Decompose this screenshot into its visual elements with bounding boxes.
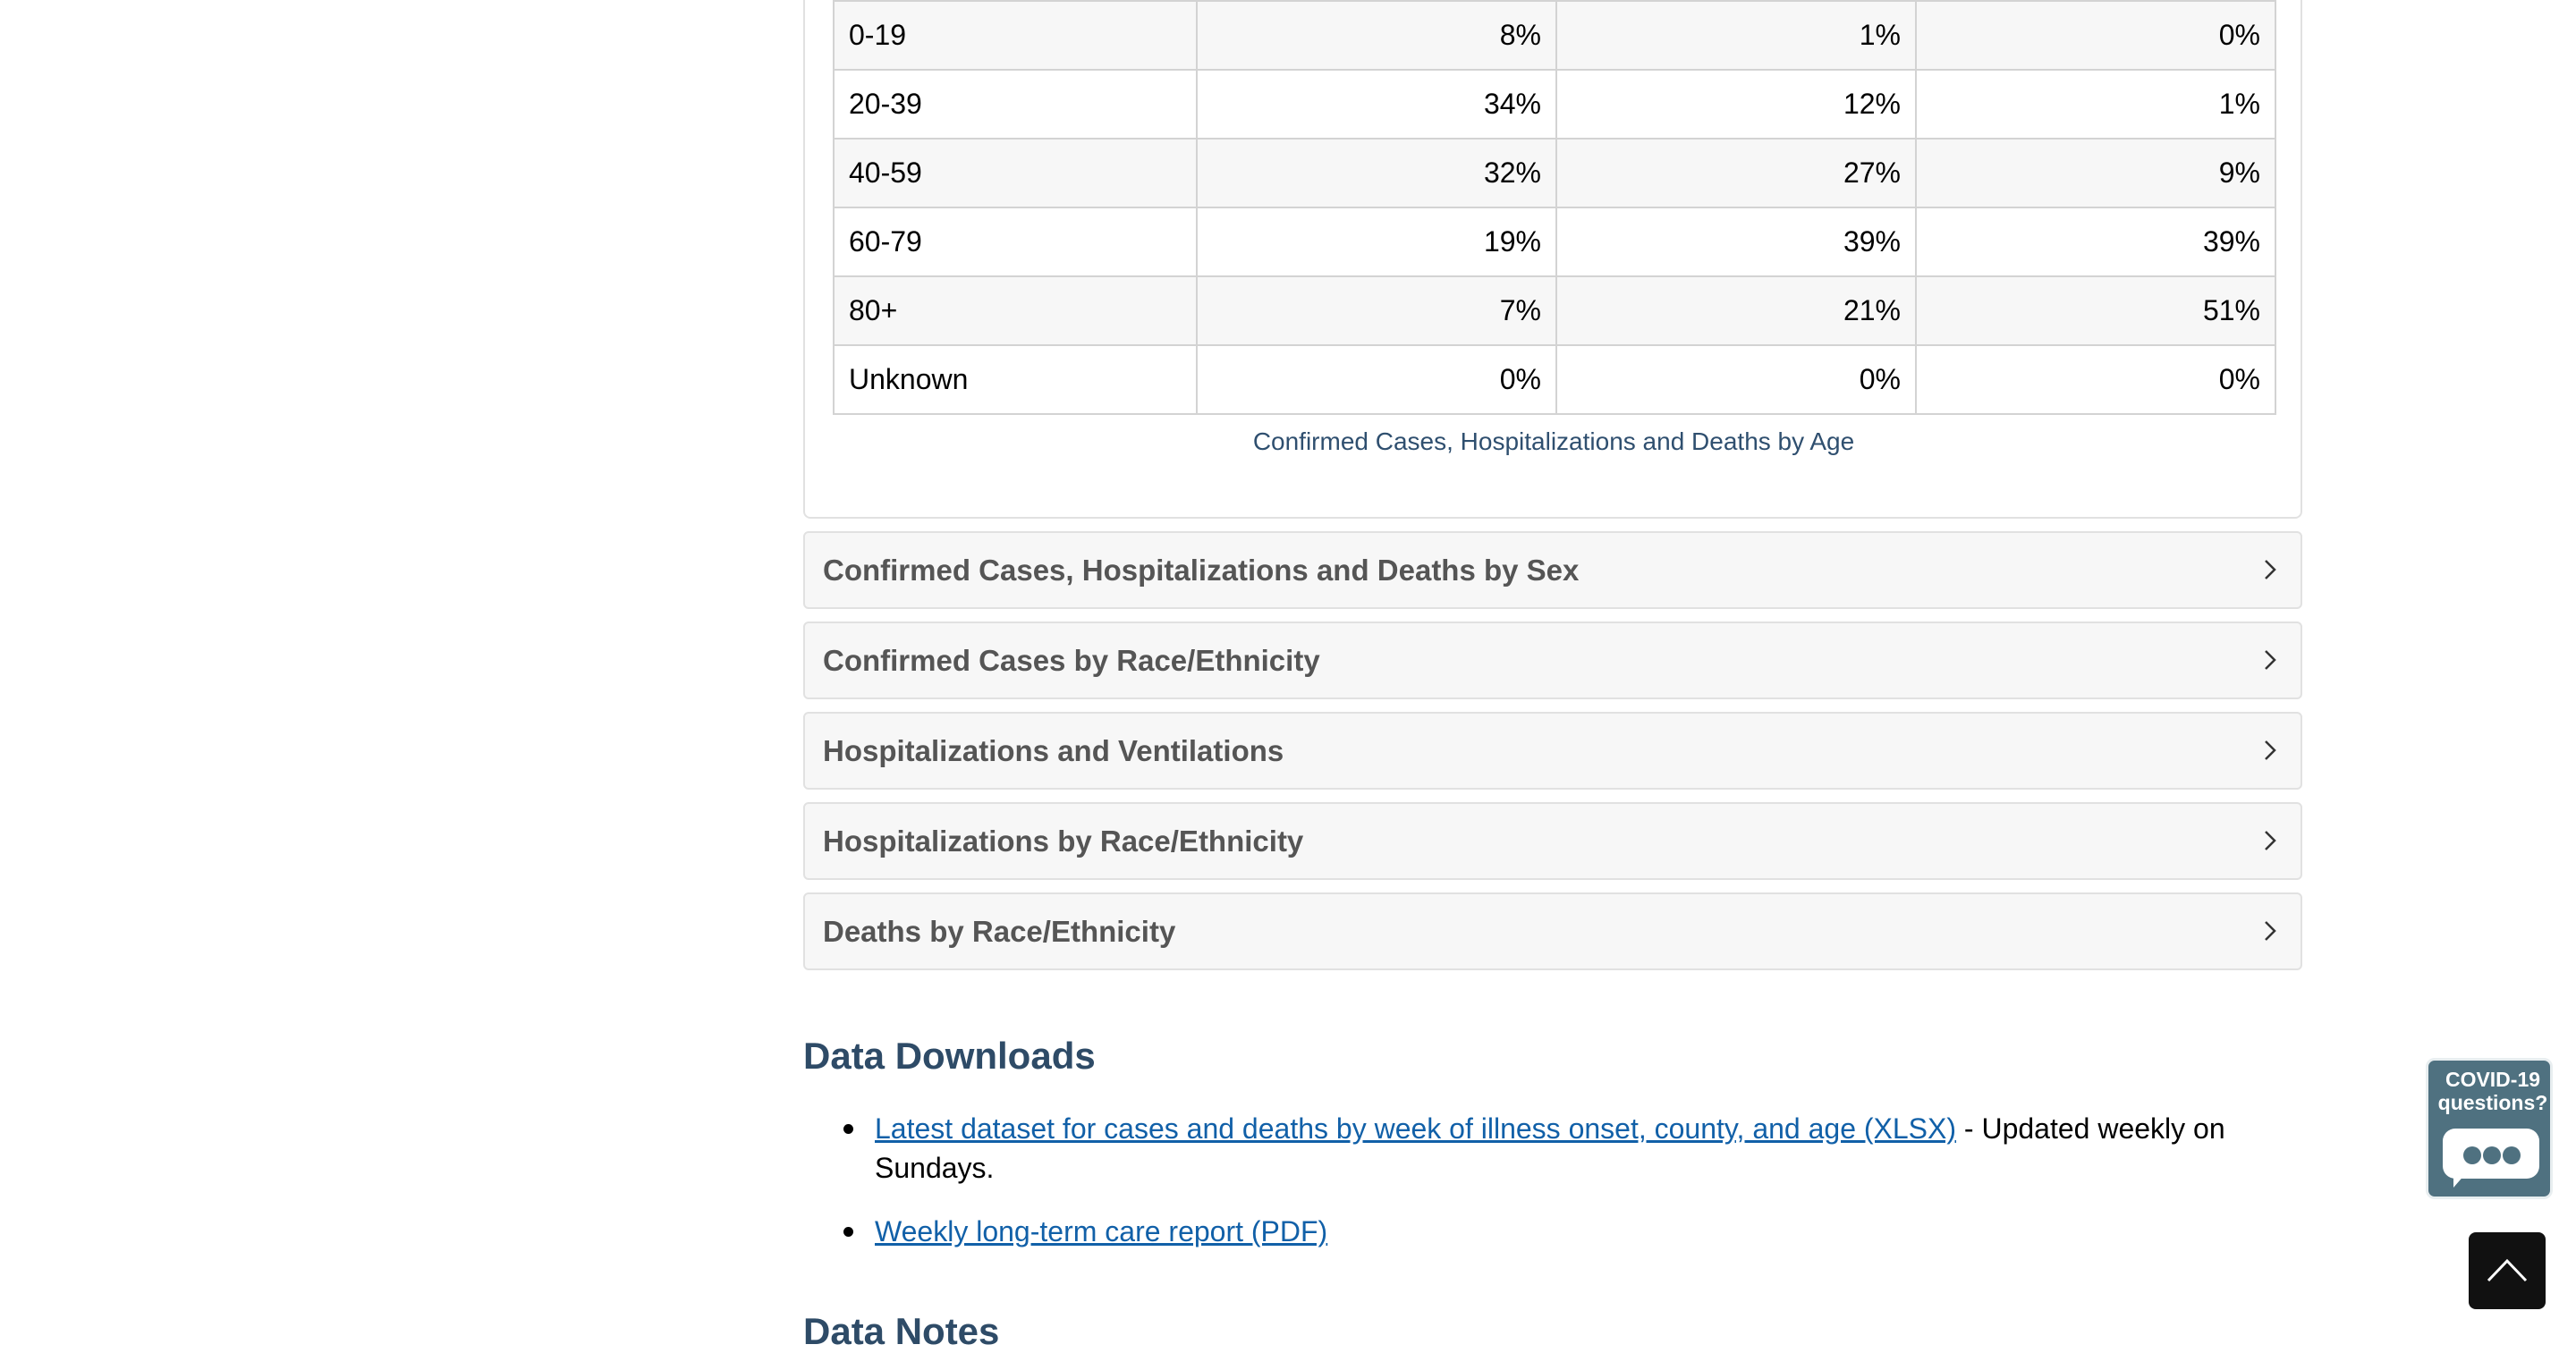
cases-cell: 19% xyxy=(1196,207,1557,277)
accordion-sex[interactable]: Confirmed Cases, Hospitalizations and De… xyxy=(803,531,2302,609)
bullet-icon xyxy=(843,1124,853,1134)
list-item: Latest dataset for cases and deaths by w… xyxy=(803,1109,2252,1188)
cases-cell: 32% xyxy=(1196,138,1557,208)
covid-questions-widget[interactable]: COVID-19 questions? xyxy=(2426,1058,2553,1199)
hospitalizations-cell: 0% xyxy=(1555,344,1917,415)
deaths-cell: 51% xyxy=(1915,275,2276,346)
bullet-icon xyxy=(843,1227,853,1237)
table-caption: Confirmed Cases, Hospitalizations and De… xyxy=(1252,427,1855,455)
age-cell: 80+ xyxy=(833,275,1198,346)
chevron-right-icon xyxy=(2265,650,2276,670)
accordion-title: Hospitalizations by Race/Ethnicity xyxy=(823,824,1304,858)
chat-bubble-tail xyxy=(2453,1173,2466,1188)
widget-label-line2: questions? xyxy=(2437,1091,2548,1114)
data-notes-heading: Data Notes xyxy=(803,1310,1000,1352)
hospitalizations-cell: 27% xyxy=(1555,138,1917,208)
hospitalizations-cell: 39% xyxy=(1555,207,1917,277)
hospitalizations-cell: 1% xyxy=(1555,0,1917,71)
deaths-cell: 39% xyxy=(1915,207,2276,277)
widget-label: COVID-19 questions? xyxy=(2437,1068,2548,1114)
accordion-hospitalizations-ventilations[interactable]: Hospitalizations and Ventilations xyxy=(803,712,2302,790)
dataset-xlsx-link[interactable]: Latest dataset for cases and deaths by w… xyxy=(875,1112,1956,1145)
accordion-title: Confirmed Cases, Hospitalizations and De… xyxy=(823,554,1580,587)
deaths-cell: 0% xyxy=(1915,344,2276,415)
age-cell: 40-59 xyxy=(833,138,1198,208)
accordion-title: Deaths by Race/Ethnicity xyxy=(823,915,1176,948)
hospitalizations-cell: 12% xyxy=(1555,69,1917,140)
chevron-right-icon xyxy=(2265,831,2276,850)
table-row: 80+ 7% 21% 51% xyxy=(833,275,2276,346)
chevron-right-icon xyxy=(2265,740,2276,760)
cases-cell: 34% xyxy=(1196,69,1557,140)
table-row: Unknown 0% 0% 0% xyxy=(833,344,2276,415)
back-to-top-button[interactable] xyxy=(2469,1232,2546,1309)
deaths-cell: 1% xyxy=(1915,69,2276,140)
table-row: 40-59 32% 27% 9% xyxy=(833,138,2276,208)
deaths-cell: 9% xyxy=(1915,138,2276,208)
accordion-cases-race[interactable]: Confirmed Cases by Race/Ethnicity xyxy=(803,622,2302,699)
age-cell: 0-19 xyxy=(833,0,1198,71)
cases-cell: 7% xyxy=(1196,275,1557,346)
chevron-right-icon xyxy=(2265,921,2276,941)
table-row: 0-19 8% 1% 0% xyxy=(833,0,2276,71)
chat-dot xyxy=(2503,1146,2521,1164)
cases-cell: 8% xyxy=(1196,0,1557,71)
downloads-list: Latest dataset for cases and deaths by w… xyxy=(803,1109,2252,1251)
accordion-title: Hospitalizations and Ventilations xyxy=(823,734,1284,767)
accordion-hospitalizations-race[interactable]: Hospitalizations by Race/Ethnicity xyxy=(803,802,2302,880)
chevron-right-icon xyxy=(2265,560,2276,579)
age-cell: Unknown xyxy=(833,344,1198,415)
widget-label-line1: COVID-19 xyxy=(2445,1068,2541,1091)
list-item: Weekly long-term care report (PDF) xyxy=(803,1212,2252,1251)
ltc-report-pdf-link[interactable]: Weekly long-term care report (PDF) xyxy=(875,1215,1327,1247)
age-cell: 20-39 xyxy=(833,69,1198,140)
deaths-cell: 0% xyxy=(1915,0,2276,71)
cases-cell: 0% xyxy=(1196,344,1557,415)
chat-dot xyxy=(2463,1146,2481,1164)
hospitalizations-cell: 21% xyxy=(1555,275,1917,346)
chevron-up-icon xyxy=(2487,1258,2528,1282)
chat-dot xyxy=(2483,1146,2501,1164)
table-row: 20-39 34% 12% 1% xyxy=(833,69,2276,140)
age-table: 0-19 8% 1% 0% 20-39 34% 12% 1% 40-59 32%… xyxy=(833,0,2276,415)
accordion-title: Confirmed Cases by Race/Ethnicity xyxy=(823,644,1320,677)
data-downloads-heading: Data Downloads xyxy=(803,1035,1096,1077)
accordion-deaths-race[interactable]: Deaths by Race/Ethnicity xyxy=(803,892,2302,970)
age-cell: 60-79 xyxy=(833,207,1198,277)
table-row: 60-79 19% 39% 39% xyxy=(833,207,2276,277)
